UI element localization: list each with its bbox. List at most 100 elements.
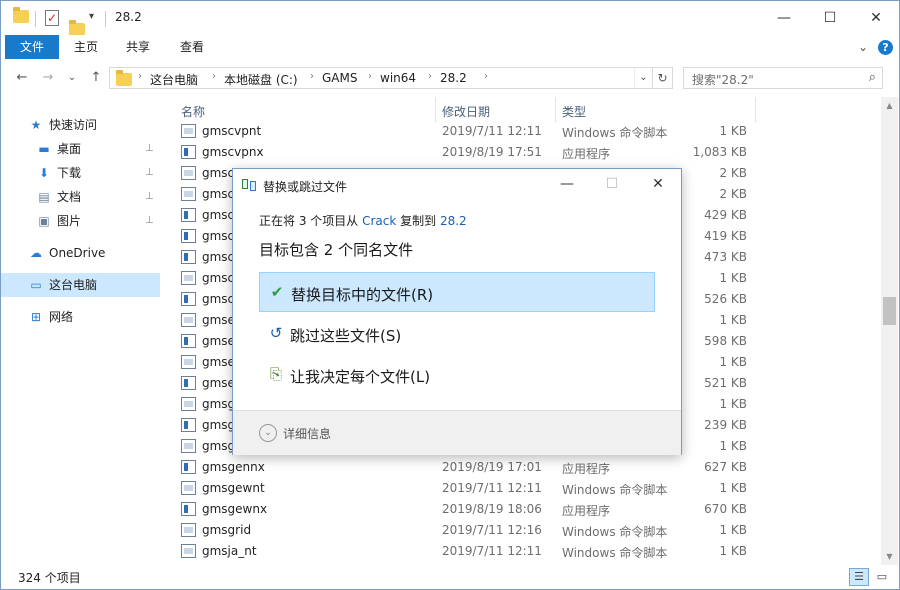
file-size: 1 KB [719,355,747,369]
crumb-separator: › [428,71,432,82]
search-input[interactable]: 搜索"28.2" ⌕ [683,67,883,89]
tab-view[interactable]: 查看 [169,35,215,59]
network-icon: ⊞ [30,310,42,324]
column-divider[interactable] [755,97,756,123]
file-size: 598 KB [704,334,747,348]
pin-icon[interactable]: ⊥ [145,137,154,161]
crumb-28-2[interactable]: 28.2 [440,71,467,85]
pin-icon[interactable]: ⊥ [145,209,154,233]
dialog-close-button[interactable]: ✕ [635,169,681,199]
script-file-icon [181,397,196,411]
sidebar-item-documents[interactable]: ▤ 文档 ⊥ [1,185,160,209]
crumb-this-pc[interactable]: 这台电脑 [150,71,198,88]
crumb-separator: › [212,71,216,82]
table-row[interactable]: gmsgennx 2019/8/19 17:01 应用程序 627 KB [161,457,761,478]
tab-home[interactable]: 主页 [63,35,109,59]
address-dropdown-button[interactable]: ⌄ [634,68,652,88]
sidebar-item-desktop[interactable]: ▬ 桌面 ⊥ [1,137,160,161]
file-type: Windows 命令脚本 [562,126,668,140]
recent-locations-button[interactable]: ⌄ [63,68,81,88]
script-file-icon [181,187,196,201]
tab-share[interactable]: 共享 [115,35,161,59]
maximize-button[interactable]: ☐ [807,1,853,35]
replace-or-skip-dialog: 替换或跳过文件 — ☐ ✕ 正在将 3 个项目从 Crack 复制到 28.2 … [232,168,682,455]
table-row[interactable]: gmsgrid 2019/7/11 12:16 Windows 命令脚本 1 KB [161,520,761,541]
pin-icon[interactable]: ⊥ [145,185,154,209]
script-file-icon [181,166,196,180]
file-name: gmscvpnx [202,145,264,159]
decide-each-file-option[interactable]: ⎘ 让我决定每个文件(L) [259,355,655,395]
help-icon[interactable]: ? [878,40,893,55]
sidebar-item-label: 下载 [57,166,82,180]
skip-files-option[interactable]: ↺ 跳过这些文件(S) [259,314,655,354]
pin-icon[interactable]: ⊥ [145,161,154,185]
desktop-icon: ▬ [38,142,50,156]
table-row[interactable]: gmsja_nt 2019/7/11 12:11 Windows 命令脚本 1 KB [161,541,761,561]
sidebar-item-onedrive[interactable]: ☁ OneDrive [1,241,160,265]
forward-button[interactable]: → [39,68,57,88]
vertical-scrollbar[interactable]: ▲ ▼ [881,97,898,565]
minimize-button[interactable]: — [761,1,807,35]
sidebar-item-this-pc[interactable]: ▭ 这台电脑 [1,273,160,297]
dialog-footer: ⌄ 详细信息 [233,410,681,455]
crumb-local-disk[interactable]: 本地磁盘 (C:) [224,71,298,88]
scroll-thumb[interactable] [883,297,896,325]
option-label: 让我决定每个文件(L) [290,368,431,386]
application-file-icon [181,334,196,348]
up-button[interactable]: ↑ [87,68,105,88]
source-folder-link[interactable]: Crack [362,214,396,228]
table-row[interactable]: gmsgewnx 2019/8/19 18:06 应用程序 670 KB [161,499,761,520]
file-date: 2019/8/19 17:51 [442,145,542,159]
dialog-minimize-button[interactable]: — [544,169,590,199]
chevron-down-icon[interactable]: ⌄ [853,35,873,59]
file-size: 1 KB [719,439,747,453]
script-file-icon [181,271,196,285]
file-size: 670 KB [704,502,747,516]
sidebar-item-downloads[interactable]: ⬇ 下载 ⊥ [1,161,160,185]
close-button[interactable]: ✕ [853,1,899,35]
scroll-down-button[interactable]: ▼ [881,548,898,565]
column-header-type[interactable]: 类型 [562,103,586,120]
table-row[interactable]: gmscvpnt 2019/7/11 12:11 Windows 命令脚本 1 KB [161,121,761,142]
expand-details-icon[interactable]: ⌄ [259,424,277,442]
file-name: gmsc [202,166,235,180]
dialog-maximize-button: ☐ [605,176,619,192]
properties-icon[interactable]: ✓ [45,10,59,26]
details-view-button[interactable]: ☰ [849,568,869,586]
column-header-date[interactable]: 修改日期 [442,103,490,120]
column-divider[interactable] [435,97,436,123]
crumb-win64[interactable]: win64 [380,71,416,85]
destination-folder-link[interactable]: 28.2 [440,214,467,228]
sidebar-item-label: 图片 [57,214,82,228]
tab-file[interactable]: 文件 [5,35,59,59]
file-name: gmsg [202,397,236,411]
table-row[interactable]: gmsgewnt 2019/7/11 12:11 Windows 命令脚本 1 KB [161,478,761,499]
more-details-link[interactable]: 详细信息 [283,425,331,442]
sidebar-item-network[interactable]: ⊞ 网络 [1,305,160,329]
script-file-icon [181,481,196,495]
crumb-gams[interactable]: GAMS [322,71,357,85]
file-size: 1 KB [719,523,747,537]
file-name: gmscvpnt [202,124,262,138]
application-file-icon [181,418,196,432]
column-divider[interactable] [555,97,556,123]
window-title: 28.2 [115,10,142,24]
option-label: 跳过这些文件(S) [290,327,402,345]
sidebar-item-quick-access[interactable]: ★ 快速访问 [1,113,160,137]
column-header-name[interactable]: 名称 [181,103,205,120]
table-row[interactable]: gmscvpnx 2019/8/19 17:51 应用程序 1,083 KB [161,142,761,163]
file-size: 1,083 KB [692,145,747,159]
refresh-button[interactable]: ↻ [653,67,673,89]
customize-toolbar-icon[interactable]: ▾ [89,11,94,27]
sidebar-item-pictures[interactable]: ▣ 图片 ⊥ [1,209,160,233]
file-name: gmsc [202,208,235,222]
address-bar[interactable]: › 这台电脑 › 本地磁盘 (C:) › GAMS › win64 › 28.2… [109,67,653,89]
back-button[interactable]: ← [13,68,31,88]
file-type: 应用程序 [562,504,611,518]
large-icons-view-button[interactable]: ▭ [872,568,892,586]
file-name: gmsc [202,271,235,285]
dialog-title: 替换或跳过文件 [263,180,348,194]
replace-files-option[interactable]: ✔ 替换目标中的文件(R) [259,272,655,312]
script-file-icon [181,313,196,327]
scroll-up-button[interactable]: ▲ [881,97,898,114]
